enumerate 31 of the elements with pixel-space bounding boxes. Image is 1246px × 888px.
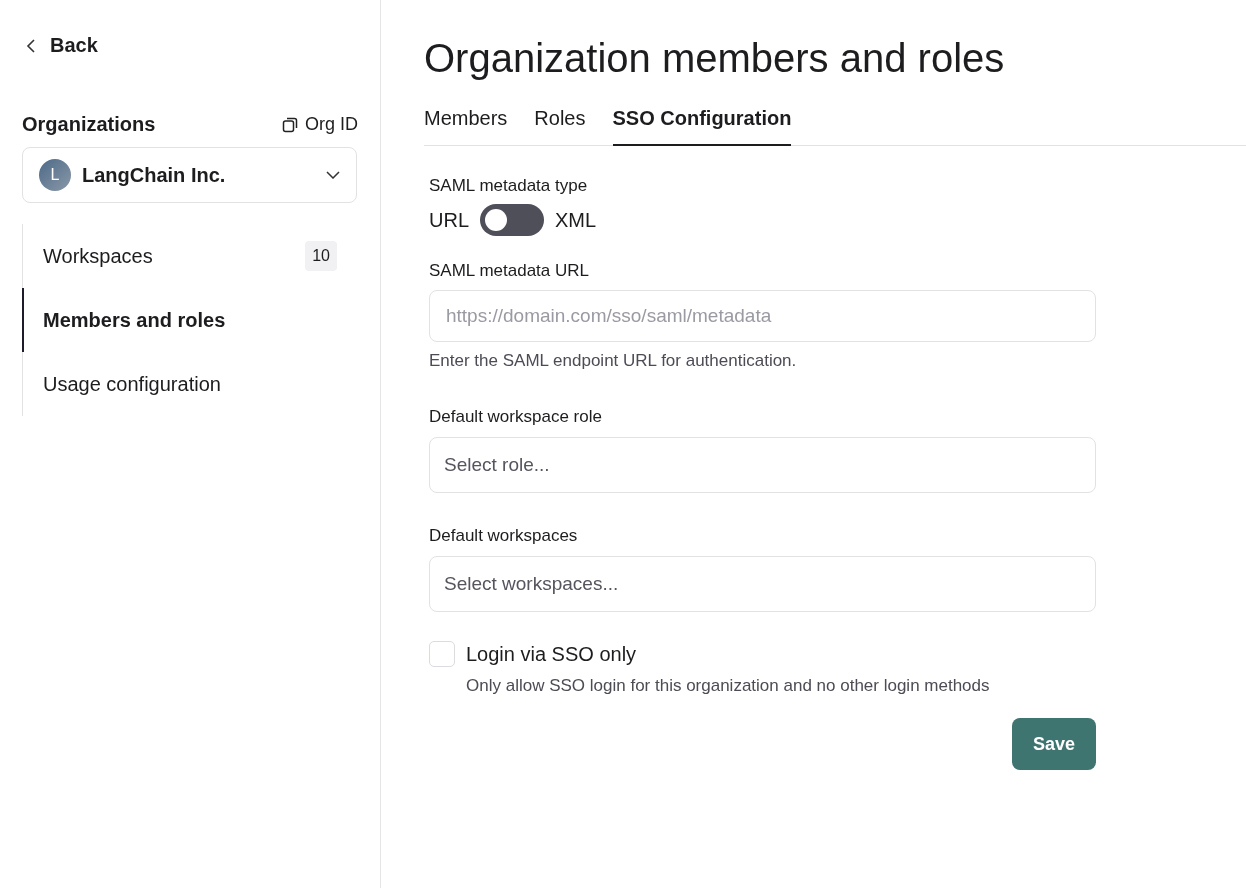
checkbox[interactable]: [429, 641, 455, 667]
field-label: Default workspaces: [429, 526, 579, 546]
section-title: Organizations: [22, 113, 156, 136]
url-input-field[interactable]: https://domain.com/sso/saml/metadata: [429, 290, 1096, 342]
checkbox-description: Only allow SSO login for this organization and no other login methods: [466, 676, 991, 696]
copy-icon: [282, 116, 298, 133]
tab[interactable]: Members: [424, 107, 508, 146]
helper-text: Enter the SAML endpoint URL for authentication.: [429, 351, 798, 371]
count-badge: 10: [305, 241, 337, 271]
back-link[interactable]: Back: [26, 34, 98, 57]
nav-item[interactable]: Members and roles: [22, 288, 358, 352]
chevron-left-icon: [26, 38, 36, 53]
tab[interactable]: SSO Configuration: [612, 107, 792, 146]
toggle-switch[interactable]: [480, 204, 544, 236]
workspaces-select[interactable]: Select workspaces...: [429, 556, 1096, 612]
toggle-option-label: URL: [429, 208, 469, 232]
role-select[interactable]: Select role...: [429, 437, 1096, 493]
avatar: L: [39, 159, 71, 191]
checkbox-label: Login via SSO only: [466, 642, 637, 666]
toggle-option-label: XML: [555, 208, 597, 232]
field-label: Default workspace role: [429, 407, 603, 427]
page-title: Organization members and roles: [424, 36, 1006, 81]
field-label: SAML metadata type: [429, 176, 589, 196]
save-button[interactable]: Save: [1011, 718, 1096, 770]
field-label: SAML metadata URL: [429, 261, 590, 281]
tab[interactable]: Roles: [534, 107, 586, 146]
nav-item[interactable]: Usage configuration: [22, 352, 358, 416]
nav-item[interactable]: Workspaces 10: [22, 224, 358, 288]
organization-select[interactable]: L LangChain Inc.: [22, 147, 357, 203]
chevron-down-icon: [326, 171, 340, 179]
copy-org-id-button[interactable]: Org ID: [282, 114, 358, 135]
